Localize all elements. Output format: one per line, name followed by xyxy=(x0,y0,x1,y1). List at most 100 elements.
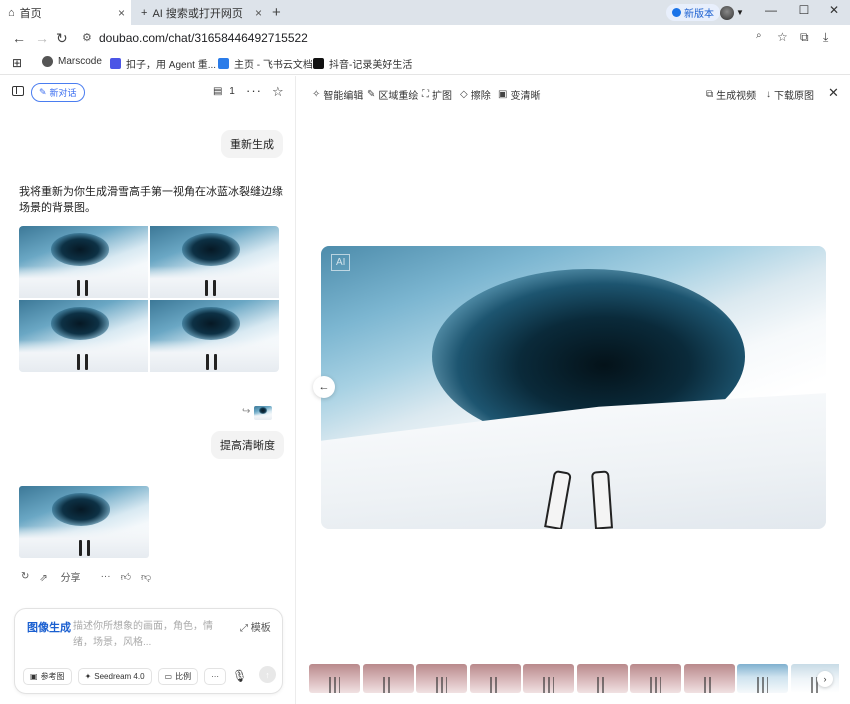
enhanced-image[interactable] xyxy=(19,486,149,558)
document-icon: ▤ xyxy=(213,86,223,97)
zoom-icon[interactable]: ⌕ xyxy=(756,30,762,41)
plus-icon: + xyxy=(141,6,148,19)
close-viewer-icon[interactable]: ✕ xyxy=(828,85,839,101)
filmstrip-thumbnail[interactable] xyxy=(416,664,467,693)
minimize-icon[interactable]: — xyxy=(761,3,781,17)
new-version-button[interactable]: 新版本 xyxy=(666,4,720,21)
filmstrip-thumbnail[interactable] xyxy=(362,664,414,693)
erase-button[interactable]: ◇ 擦除 xyxy=(460,87,491,102)
download-icon[interactable]: ⤓ xyxy=(823,30,828,45)
reference-image-label: 参考图 xyxy=(40,672,65,681)
viewer-toolbar: ✧ 智能编辑 ✎ 区域重绘 ⛶ 扩图 ◇ 擦除 ▣ 变清晰 ⧉ 生成视频 ↓ 下载原图 ✕ xyxy=(297,76,850,110)
home-icon: ⌂ xyxy=(8,6,15,19)
smart-edit-button[interactable]: ✧ 智能编辑 xyxy=(312,87,363,102)
sharpen-label: 变清晰 xyxy=(510,91,541,102)
generated-image[interactable] xyxy=(19,300,148,372)
new-chat-button[interactable]: ✎ 新对话 xyxy=(31,83,85,102)
main-preview-image[interactable]: AI xyxy=(321,246,826,529)
reload-icon[interactable]: ↻ xyxy=(56,30,68,47)
more-icon[interactable]: ··· xyxy=(101,571,111,582)
region-redraw-button[interactable]: ✎ 区域重绘 xyxy=(367,87,418,102)
generated-image[interactable] xyxy=(150,226,279,298)
maximize-icon[interactable]: ☐ xyxy=(794,3,814,17)
filmstrip-thumbnail[interactable] xyxy=(576,664,628,693)
template-label: 模板 xyxy=(250,623,271,634)
site-settings-icon[interactable]: ⚙ xyxy=(82,31,92,44)
bookmark-coze[interactable]: 扣子，用 Agent 重... xyxy=(110,56,216,71)
more-options-button[interactable]: ··· xyxy=(204,668,227,685)
expand-frame-icon: ⛶ xyxy=(422,89,429,100)
microphone-icon[interactable]: 🎙︎ xyxy=(232,669,247,683)
extensions-icon[interactable]: ⧉ xyxy=(800,30,809,45)
close-window-icon[interactable]: ✕ xyxy=(824,3,844,17)
thumbs-down-icon[interactable]: 👎︎ xyxy=(141,571,151,583)
region-redraw-label: 区域重绘 xyxy=(378,91,419,102)
url-field[interactable]: doubao.com/chat/31658446492715522 xyxy=(99,31,308,45)
filmstrip-thumbnail[interactable] xyxy=(737,664,788,693)
doc-count-button[interactable]: ▤ 1 xyxy=(213,86,235,97)
sharpen-button[interactable]: ▣ 变清晰 xyxy=(498,87,540,102)
image-viewer: ✧ 智能编辑 ✎ 区域重绘 ⛶ 扩图 ◇ 擦除 ▣ 变清晰 ⧉ 生成视频 ↓ 下载原图 ✕ A… xyxy=(297,76,850,704)
erase-label: 擦除 xyxy=(470,91,491,102)
bookmark-douyin[interactable]: 抖音-记录美好生活 xyxy=(313,56,412,71)
avatar xyxy=(720,5,734,20)
tab-home[interactable]: ⌂ 首页 × xyxy=(0,0,131,25)
favorite-star-icon[interactable]: ☆ xyxy=(272,84,284,100)
chevron-down-icon: ▼ xyxy=(736,8,744,17)
prompt-input[interactable]: 描述你所想象的画面，角色，情绪，场景，风格... xyxy=(73,619,223,651)
model-label: Seedream 4.0 xyxy=(94,672,145,681)
bookmark-star-icon[interactable]: ☆ xyxy=(777,30,788,44)
tab-ai-search[interactable]: + AI 搜索或打开网页 × xyxy=(133,0,268,25)
reference-image-button[interactable]: ▣ 参考图 xyxy=(23,668,72,685)
bookmark-marscode[interactable]: Marscode xyxy=(42,56,102,67)
previous-image-button[interactable]: ← xyxy=(313,376,335,398)
expand-image-button[interactable]: ⛶ 扩图 xyxy=(422,87,452,102)
download-original-button[interactable]: ↓ 下载原图 xyxy=(766,87,814,102)
back-icon[interactable]: ← xyxy=(12,30,26,46)
filmstrip-next-button[interactable]: › xyxy=(817,671,833,687)
share-button[interactable]: ⇗ 分享 xyxy=(39,569,90,584)
browser-tab-bar: ⌂ 首页 × + AI 搜索或打开网页 × + 新版本 ▼ — ☐ ✕ xyxy=(0,0,850,25)
apps-grid-icon[interactable]: ⊞ xyxy=(12,56,22,70)
filmstrip-thumbnail[interactable] xyxy=(683,664,735,693)
close-tab-icon[interactable]: × xyxy=(255,6,262,20)
download-label: 下载原图 xyxy=(774,91,814,102)
edit-icon: ✎ xyxy=(39,87,47,97)
new-chat-label: 新对话 xyxy=(49,88,77,98)
chat-panel: ✎ 新对话 ▤ 1 ··· ☆ 重新生成 我将重新为你生成滑雪高手第一视角在冰蓝… xyxy=(0,76,296,704)
ratio-button[interactable]: ▭ 比例 xyxy=(157,668,199,685)
profile-button[interactable]: ▼ xyxy=(720,5,746,20)
close-tab-icon[interactable]: × xyxy=(118,6,125,20)
new-tab-icon[interactable]: + xyxy=(272,4,281,21)
arrow-left-icon: ← xyxy=(318,381,330,393)
expand-image-label: 扩图 xyxy=(432,91,452,102)
send-button[interactable]: ↑ xyxy=(259,666,276,683)
bookmark-marscode-label: Marscode xyxy=(58,56,102,67)
composer: 图像生成 描述你所想象的画面，角色，情绪，场景，风格... ⤢ 模板 ▣ 参考图 … xyxy=(14,608,283,694)
thumbs-up-icon[interactable]: 👍︎ xyxy=(121,571,131,583)
update-icon xyxy=(672,8,681,17)
generated-image[interactable] xyxy=(19,226,148,298)
filmstrip-thumbnail[interactable] xyxy=(630,664,681,693)
bookmark-feishu[interactable]: 主页 - 飞书云文档 xyxy=(218,56,313,71)
generate-video-button[interactable]: ⧉ 生成视频 xyxy=(706,87,756,102)
regenerate-icon[interactable]: ↻ xyxy=(21,571,29,582)
sidebar-toggle-icon[interactable] xyxy=(12,86,24,96)
filmstrip-thumbnail[interactable] xyxy=(469,664,521,693)
template-button[interactable]: ⤢ 模板 xyxy=(240,619,271,634)
tab-home-label: 首页 xyxy=(19,7,42,20)
model-select[interactable]: ✦ Seedream 4.0 xyxy=(77,668,152,685)
generated-image-grid xyxy=(19,226,279,372)
composer-toolbar: ▣ 参考图 ✦ Seedream 4.0 ▭ 比例 ··· xyxy=(23,668,232,685)
filmstrip-thumbnail[interactable] xyxy=(309,664,360,693)
reference-image-thumbnail[interactable] xyxy=(254,406,272,420)
eraser-icon: ◇ xyxy=(460,89,468,100)
forward-icon[interactable]: → xyxy=(35,30,49,46)
more-icon[interactable]: ··· xyxy=(246,83,262,98)
address-bar: ← → ↻ ⚙ doubao.com/chat/3165844649271552… xyxy=(0,25,850,52)
filmstrip-thumbnail[interactable] xyxy=(523,664,574,693)
generated-image[interactable] xyxy=(150,300,279,372)
user-message-regenerate: 重新生成 xyxy=(221,130,283,158)
douyin-icon xyxy=(313,58,324,69)
image-generation-mode[interactable]: 图像生成 xyxy=(27,619,71,635)
